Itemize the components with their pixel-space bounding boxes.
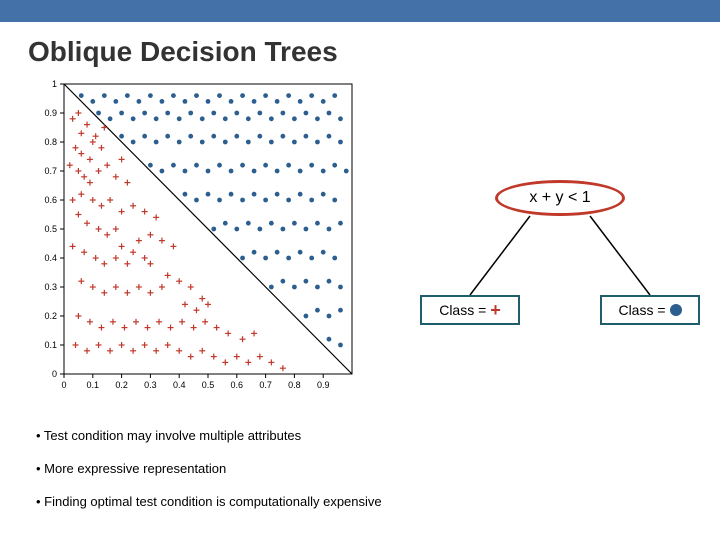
svg-text:0.2: 0.2 [115,380,128,390]
root-condition: x + y < 1 [529,189,590,207]
decision-tree: x + y < 1 Class = + Class = [420,180,700,380]
svg-text:1: 1 [52,79,57,89]
svg-text:0: 0 [61,380,66,390]
list-item: • Test condition may involve multiple at… [36,420,382,451]
dot-icon [670,304,682,316]
svg-text:0.6: 0.6 [231,380,244,390]
svg-text:0.6: 0.6 [44,195,57,205]
leaf-label: Class = [439,302,486,318]
svg-text:0.7: 0.7 [259,380,272,390]
leaf-node-right: Class = [600,295,700,325]
svg-text:0.5: 0.5 [202,380,215,390]
page-title: Oblique Decision Trees [0,22,720,68]
svg-text:0.2: 0.2 [44,311,57,321]
list-item: • More expressive representation [36,453,382,484]
top-bar [0,0,720,22]
svg-text:0.4: 0.4 [173,380,186,390]
plus-icon: + [490,300,501,321]
leaf-node-left: Class = + [420,295,520,325]
svg-text:0.7: 0.7 [44,166,57,176]
svg-text:0.1: 0.1 [44,340,57,350]
svg-text:0.1: 0.1 [87,380,100,390]
root-node: x + y < 1 [495,180,625,216]
svg-text:0.3: 0.3 [44,282,57,292]
svg-text:0.9: 0.9 [317,380,330,390]
bullet-list: • Test condition may involve multiple at… [36,420,382,520]
leaf-label: Class = [618,302,665,318]
svg-text:0.8: 0.8 [44,137,57,147]
svg-text:0.8: 0.8 [288,380,301,390]
scatter-chart: 0 0.1 0.2 0.3 0.4 0.5 0.6 0.7 0.8 0.9 0 0.1 0.2 0.3 0.… [28,78,358,398]
svg-text:0.5: 0.5 [44,224,57,234]
list-item: • Finding optimal test condition is comp… [36,486,382,517]
svg-text:0.3: 0.3 [144,380,157,390]
svg-text:0.4: 0.4 [44,253,57,263]
svg-text:0.9: 0.9 [44,108,57,118]
svg-text:0: 0 [52,369,57,379]
